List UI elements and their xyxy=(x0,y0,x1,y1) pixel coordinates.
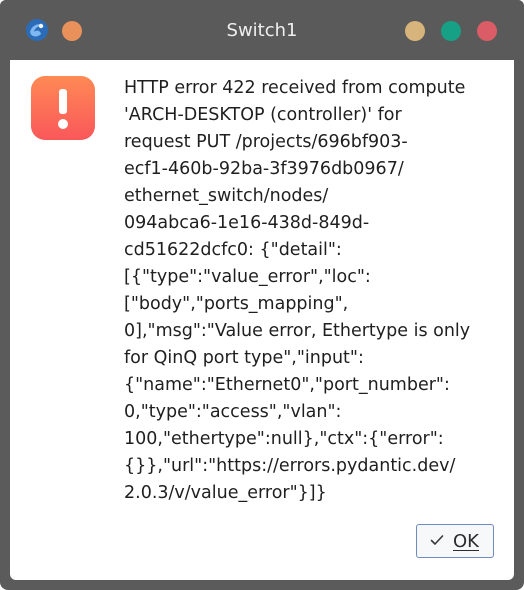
message-line: {}},"url":"https://errors.pydantic.dev/ xyxy=(124,456,456,476)
message-line: cd51622dcfc0: {"detail": xyxy=(124,240,342,260)
checkmark-icon xyxy=(430,535,444,545)
message-line: 100,"ethertype":null},"ctx":{"error": xyxy=(124,429,444,449)
message-line: 2.0.3/v/value_error"}]} xyxy=(124,483,327,503)
maximize-icon[interactable] xyxy=(441,21,461,41)
message-line: HTTP error 422 received from compute xyxy=(124,78,466,98)
dialog-body: HTTP error 422 received from compute 'ARC… xyxy=(10,60,514,580)
error-message: HTTP error 422 received from compute 'ARC… xyxy=(124,75,504,507)
message-line: for QinQ port type","input": xyxy=(124,348,364,368)
message-line: ethernet_switch/nodes/ xyxy=(124,186,329,206)
title-bar[interactable]: Switch1 xyxy=(0,0,524,60)
message-line: request PUT /projects/696bf903- xyxy=(124,132,408,152)
close-icon[interactable] xyxy=(477,21,497,41)
message-line: 0],"msg":"Value error, Ethertype is only xyxy=(124,321,471,341)
dialog-window: Switch1 HTTP error 422 received from com… xyxy=(0,0,524,590)
message-line: 094abca6-1e16-438d-849d- xyxy=(124,213,370,233)
message-line: ["body","ports_mapping", xyxy=(124,294,349,314)
message-line: ecf1-460b-92ba-3f3976db0967/ xyxy=(124,159,404,179)
ok-button[interactable]: OK xyxy=(416,524,494,558)
message-line: {"name":"Ethernet0","port_number": xyxy=(124,375,450,395)
message-line: 0,"type":"access","vlan": xyxy=(124,402,342,422)
ok-button-label: OK xyxy=(453,531,479,552)
message-line: 'ARCH-DESKTOP (controller)' for xyxy=(124,105,402,125)
message-line: [{"type":"value_error","loc": xyxy=(124,267,371,287)
minimize-icon[interactable] xyxy=(405,21,425,41)
error-exclamation-icon xyxy=(31,76,95,140)
